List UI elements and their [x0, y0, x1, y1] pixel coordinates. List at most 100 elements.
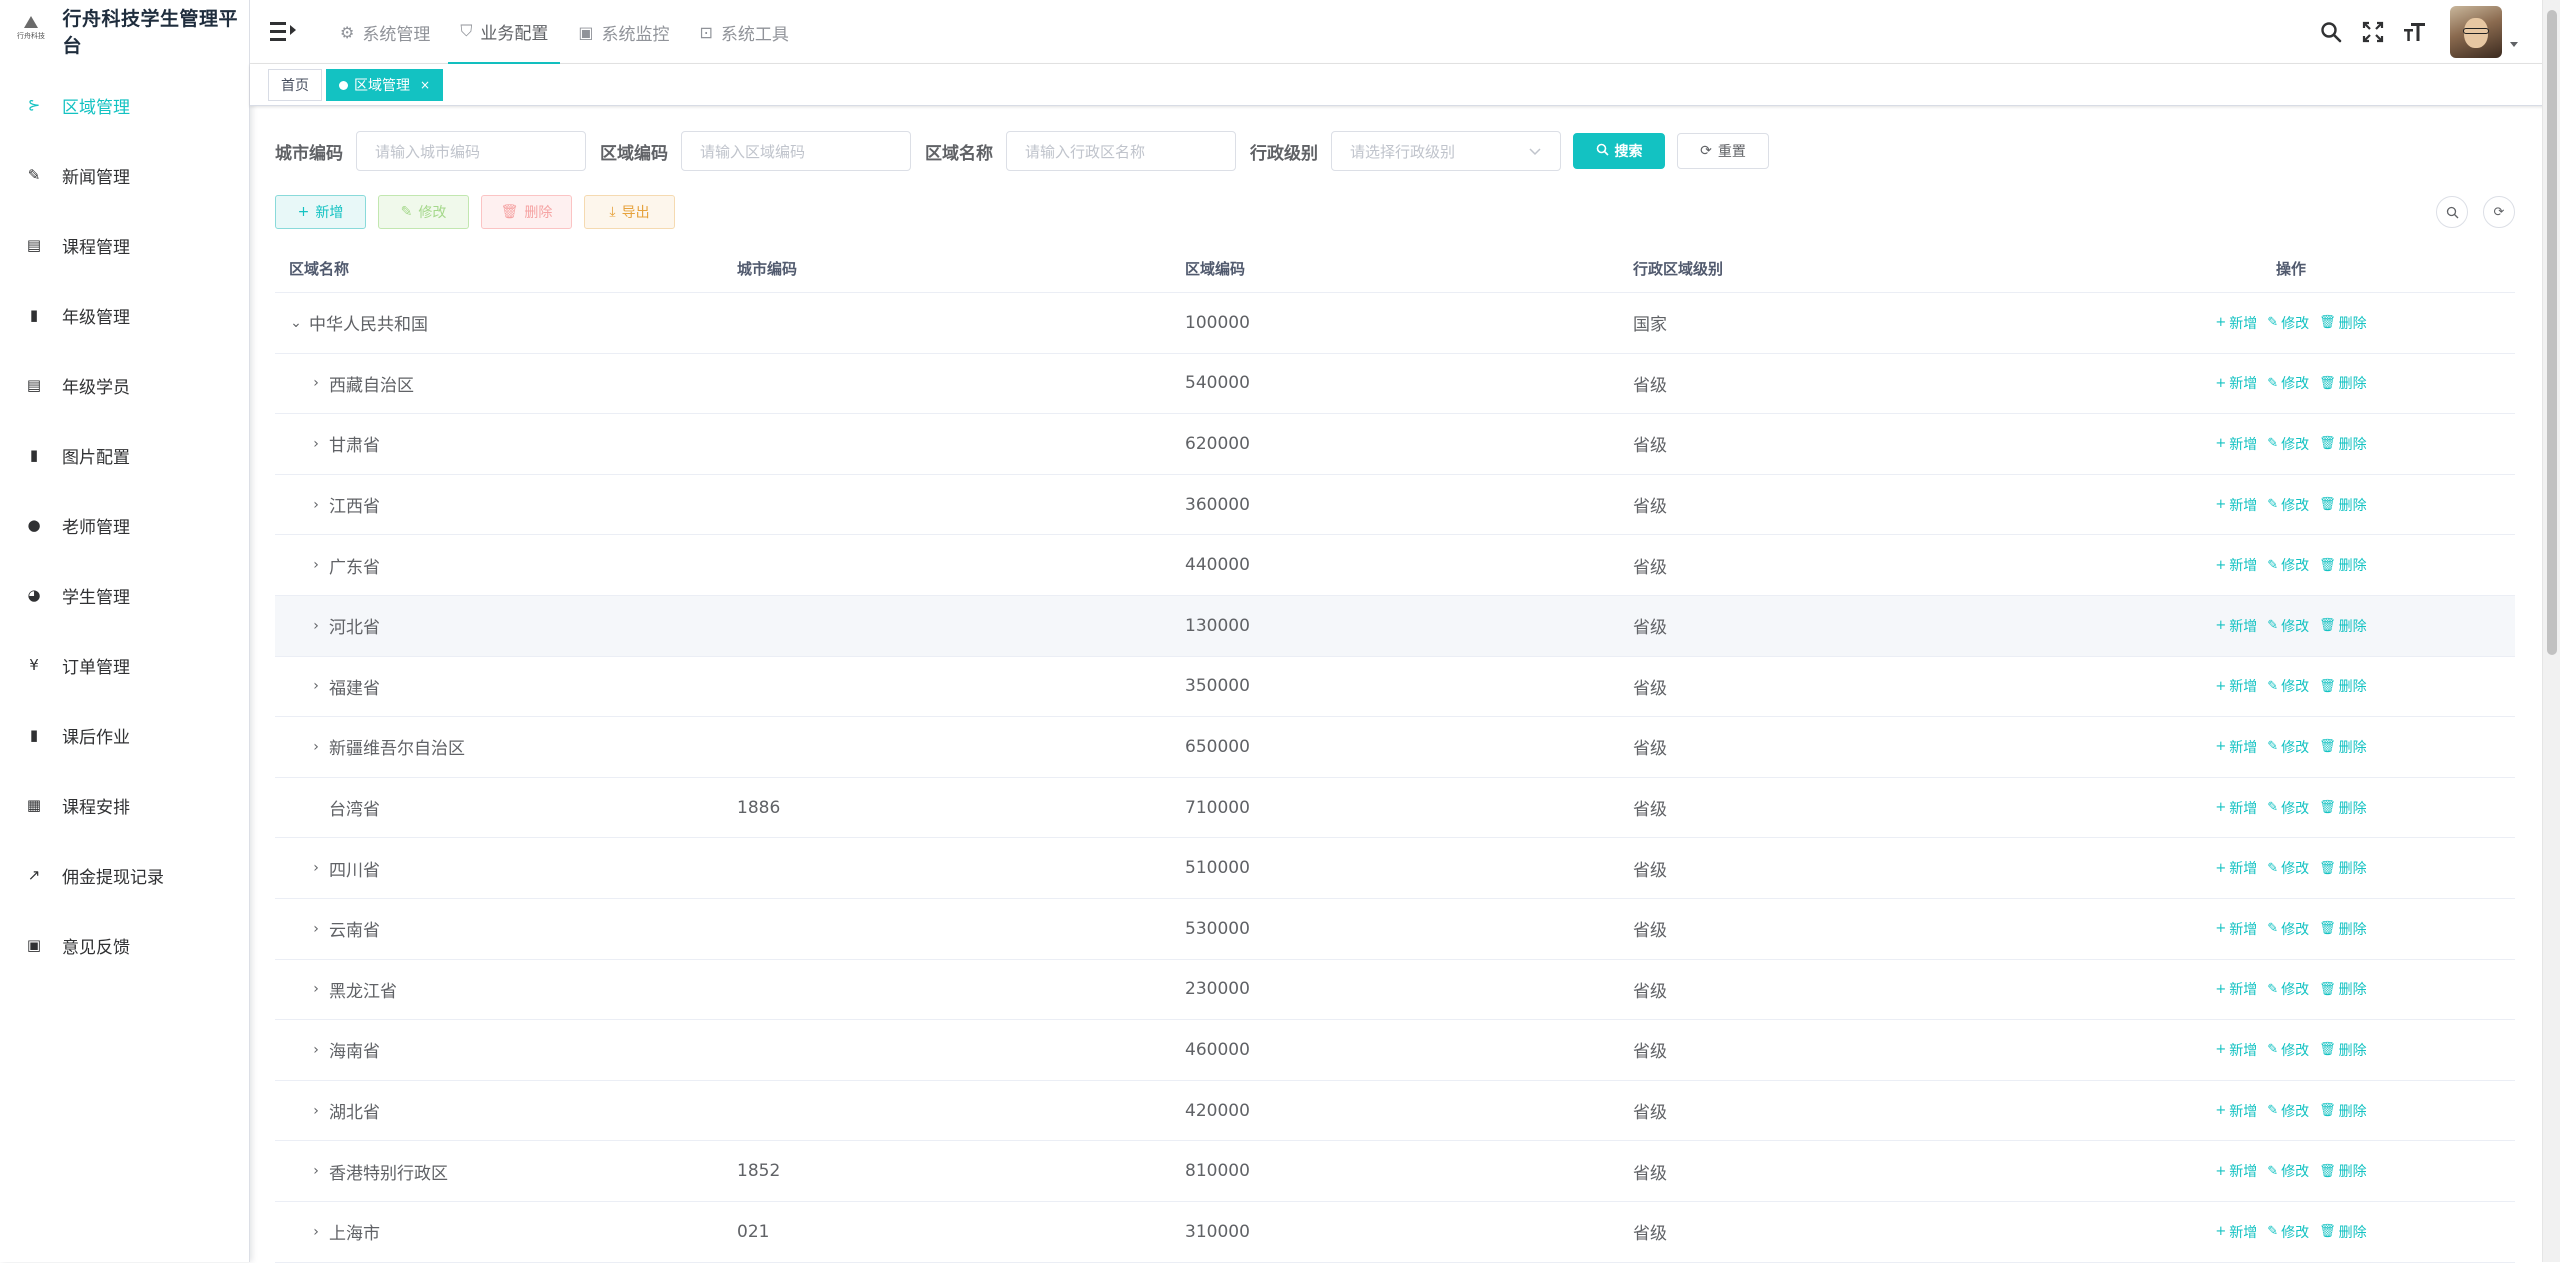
sidebar-item[interactable]: ↗ 佣金提现记录: [0, 840, 249, 910]
chevron-right-icon[interactable]: ›: [309, 739, 323, 755]
table-row[interactable]: › 江西省 360000 省级 + 新增 ✎ 修改 🗑 删除: [275, 475, 2515, 536]
chevron-right-icon[interactable]: ›: [309, 860, 323, 876]
row-add-link[interactable]: + 新增: [2215, 1101, 2257, 1121]
row-edit-link[interactable]: ✎ 修改: [2267, 798, 2309, 818]
top-nav-item[interactable]: ⛉ 业务配置: [448, 0, 561, 64]
sidebar-item[interactable]: ¥ 订单管理: [0, 630, 249, 700]
row-edit-link[interactable]: ✎ 修改: [2267, 919, 2309, 939]
edit-button[interactable]: ✎ 修改: [378, 195, 469, 229]
row-edit-link[interactable]: ✎ 修改: [2267, 373, 2309, 393]
row-edit-link[interactable]: ✎ 修改: [2267, 1040, 2309, 1060]
row-delete-link[interactable]: 🗑 删除: [2319, 313, 2367, 333]
row-edit-link[interactable]: ✎ 修改: [2267, 313, 2309, 333]
row-delete-link[interactable]: 🗑 删除: [2319, 1101, 2367, 1121]
row-delete-link[interactable]: 🗑 删除: [2319, 676, 2367, 696]
sidebar-item[interactable]: ● 老师管理: [0, 490, 249, 560]
row-edit-link[interactable]: ✎ 修改: [2267, 737, 2309, 757]
row-delete-link[interactable]: 🗑 删除: [2319, 919, 2367, 939]
table-row[interactable]: › 海南省 460000 省级 + 新增 ✎ 修改 🗑 删除: [275, 1020, 2515, 1081]
row-add-link[interactable]: + 新增: [2215, 858, 2257, 878]
row-delete-link[interactable]: 🗑 删除: [2319, 798, 2367, 818]
table-row[interactable]: › 湖北省 420000 省级 + 新增 ✎ 修改 🗑 删除: [275, 1081, 2515, 1142]
top-nav-item[interactable]: ⚙ 系统管理: [328, 0, 442, 64]
row-add-link[interactable]: + 新增: [2215, 1040, 2257, 1060]
chevron-down-icon[interactable]: ⌄: [289, 315, 303, 331]
area-name-input[interactable]: 请输入行政区名称: [1006, 131, 1236, 171]
row-delete-link[interactable]: 🗑 删除: [2319, 1040, 2367, 1060]
sidebar-item[interactable]: ▤ 年级学员: [0, 350, 249, 420]
export-button[interactable]: ⤓ 导出: [584, 195, 675, 229]
reset-button[interactable]: ⟳ 重置: [1677, 133, 1769, 169]
table-row[interactable]: ⌄ 中华人民共和国 100000 国家 + 新增 ✎ 修改 🗑 删除: [275, 293, 2515, 354]
chevron-right-icon[interactable]: ›: [309, 1042, 323, 1058]
row-add-link[interactable]: + 新增: [2215, 676, 2257, 696]
row-add-link[interactable]: + 新增: [2215, 979, 2257, 999]
chevron-right-icon[interactable]: ›: [309, 497, 323, 513]
row-delete-link[interactable]: 🗑 删除: [2319, 1222, 2367, 1242]
chevron-right-icon[interactable]: ›: [309, 1103, 323, 1119]
add-button[interactable]: + 新增: [275, 195, 366, 229]
hamburger-icon[interactable]: [270, 20, 296, 42]
row-add-link[interactable]: + 新增: [2215, 495, 2257, 515]
row-delete-link[interactable]: 🗑 删除: [2319, 495, 2367, 515]
scrollbar[interactable]: [2542, 0, 2560, 1262]
chevron-right-icon[interactable]: ›: [309, 921, 323, 937]
scroll-thumb[interactable]: [2547, 10, 2557, 655]
row-add-link[interactable]: + 新增: [2215, 1161, 2257, 1181]
table-row[interactable]: › 黑龙江省 230000 省级 + 新增 ✎ 修改 🗑 删除: [275, 960, 2515, 1021]
sidebar-item[interactable]: ▮ 年级管理: [0, 280, 249, 350]
logo[interactable]: 行舟科技 行舟科技学生管理平台: [0, 0, 249, 62]
toggle-search-icon[interactable]: [2436, 196, 2468, 228]
row-delete-link[interactable]: 🗑 删除: [2319, 858, 2367, 878]
row-delete-link[interactable]: 🗑 删除: [2319, 979, 2367, 999]
table-row[interactable]: › 上海市 021 310000 省级 + 新增 ✎ 修改 🗑 删除: [275, 1202, 2515, 1263]
tag-home[interactable]: 首页: [268, 69, 322, 101]
row-add-link[interactable]: + 新增: [2215, 737, 2257, 757]
table-row[interactable]: › 福建省 350000 省级 + 新增 ✎ 修改 🗑 删除: [275, 657, 2515, 718]
row-add-link[interactable]: + 新增: [2215, 313, 2257, 333]
sidebar-item[interactable]: ▮ 图片配置: [0, 420, 249, 490]
search-icon[interactable]: [2316, 17, 2346, 47]
close-icon[interactable]: ×: [420, 78, 430, 92]
refresh-icon[interactable]: ⟳: [2483, 196, 2515, 228]
row-delete-link[interactable]: 🗑 删除: [2319, 434, 2367, 454]
table-row[interactable]: › 新疆维吾尔自治区 650000 省级 + 新增 ✎ 修改 🗑 删除: [275, 717, 2515, 778]
row-add-link[interactable]: + 新增: [2215, 919, 2257, 939]
chevron-right-icon[interactable]: ›: [309, 557, 323, 573]
row-edit-link[interactable]: ✎ 修改: [2267, 1222, 2309, 1242]
chevron-right-icon[interactable]: ›: [309, 375, 323, 391]
row-delete-link[interactable]: 🗑 删除: [2319, 1161, 2367, 1181]
table-row[interactable]: › 广东省 440000 省级 + 新增 ✎ 修改 🗑 删除: [275, 535, 2515, 596]
caret-down-icon[interactable]: [2510, 41, 2518, 47]
row-add-link[interactable]: + 新增: [2215, 373, 2257, 393]
row-add-link[interactable]: + 新增: [2215, 616, 2257, 636]
delete-button[interactable]: 🗑 删除: [481, 195, 572, 229]
sidebar-item[interactable]: ▦ 课程安排: [0, 770, 249, 840]
top-nav-item[interactable]: ▣ 系统监控: [566, 0, 681, 64]
sidebar-item[interactable]: ▮ 课后作业: [0, 700, 249, 770]
row-delete-link[interactable]: 🗑 删除: [2319, 737, 2367, 757]
row-delete-link[interactable]: 🗑 删除: [2319, 373, 2367, 393]
row-add-link[interactable]: + 新增: [2215, 555, 2257, 575]
sidebar-item[interactable]: ◕ 学生管理: [0, 560, 249, 630]
chevron-right-icon[interactable]: ›: [309, 1163, 323, 1179]
row-edit-link[interactable]: ✎ 修改: [2267, 495, 2309, 515]
tag-current[interactable]: 区域管理 ×: [326, 69, 444, 101]
chevron-right-icon[interactable]: ›: [309, 618, 323, 634]
row-delete-link[interactable]: 🗑 删除: [2319, 616, 2367, 636]
area-code-input[interactable]: 请输入区域编码: [681, 131, 911, 171]
row-edit-link[interactable]: ✎ 修改: [2267, 858, 2309, 878]
table-row[interactable]: › 河北省 130000 省级 + 新增 ✎ 修改 🗑 删除: [275, 595, 2515, 657]
table-row[interactable]: › 四川省 510000 省级 + 新增 ✎ 修改 🗑 删除: [275, 838, 2515, 899]
row-edit-link[interactable]: ✎ 修改: [2267, 616, 2309, 636]
city-code-input[interactable]: 请输入城市编码: [356, 131, 586, 171]
row-add-link[interactable]: + 新增: [2215, 798, 2257, 818]
row-add-link[interactable]: + 新增: [2215, 434, 2257, 454]
chevron-right-icon[interactable]: ›: [309, 981, 323, 997]
table-row[interactable]: 台湾省 1886 710000 省级 + 新增 ✎ 修改 🗑 删除: [275, 778, 2515, 839]
chevron-right-icon[interactable]: ›: [309, 436, 323, 452]
chevron-right-icon[interactable]: ›: [309, 678, 323, 694]
chevron-right-icon[interactable]: ›: [309, 1224, 323, 1240]
search-button[interactable]: 搜索: [1573, 133, 1665, 169]
row-edit-link[interactable]: ✎ 修改: [2267, 676, 2309, 696]
